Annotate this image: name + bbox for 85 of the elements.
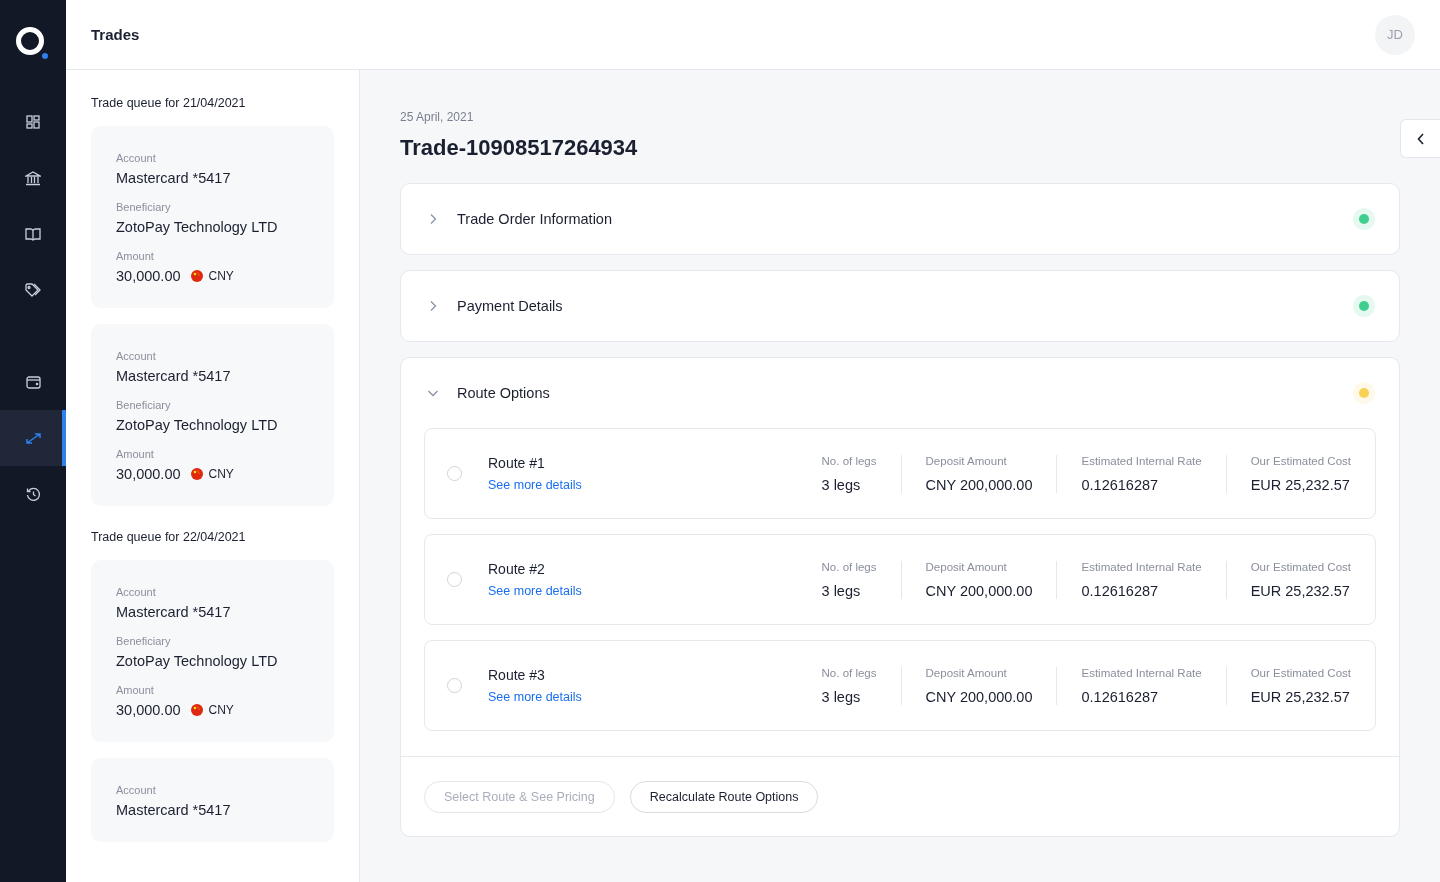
currency-code: CNY [208,269,234,283]
metric-label: Deposit Amount [925,560,1008,573]
route-name: Route #1 [488,455,546,471]
field-label: Amount [116,448,155,460]
queue-heading: Trade queue for 22/04/2021 [91,530,247,544]
section-header[interactable]: Trade Order Information [401,184,1399,254]
metric-value: 3 legs [821,476,862,493]
metric-label: Deposit Amount [925,454,1008,467]
field-label: Account [116,350,157,362]
metric-value: CNY 200,000.00 [925,582,1033,599]
metric-value: 3 legs [821,582,862,599]
metric-label: Our Estimated Cost [1250,666,1351,679]
route-name: Route #3 [488,667,546,683]
metric-value: CNY 200,000.00 [925,476,1033,493]
section-title: Route Options [457,385,551,401]
section-header[interactable]: Route Options [401,358,1399,428]
section-title: Trade Order Information [457,211,613,227]
section-title: Payment Details [457,298,564,314]
nav-item[interactable] [0,410,66,466]
field-label: Amount [116,684,155,696]
metric-label: Estimated Internal Rate [1081,666,1202,679]
metric-value: 0.12616287 [1081,582,1160,599]
tag-icon [24,282,42,298]
field-value: 30,000.00 [116,268,181,284]
field-label: Account [116,152,157,164]
flag-icon [190,270,203,282]
field-value: Mastercard *5417 [116,368,231,384]
trade-card[interactable]: Account Mastercard *5417 [91,758,334,842]
route-card[interactable]: Route #2 See more details No. of legs 3 legs Deposit Amount CNY 200,000.00 Estimated Internal Rate 0.12616287 Our Estimated Cost EUR 25,232.57 [424,534,1376,625]
trade-card[interactable]: Account Mastercard *5417 Beneficiary ZotoPay Technology LTD Amount 30,000.00 CNY [91,126,334,308]
field-label: Beneficiary [116,399,172,411]
trade-title: Trade-10908517264934 [400,135,639,161]
metric-label: No. of legs [821,560,877,573]
metric-value: 0.12616287 [1081,476,1160,493]
currency-code: CNY [208,467,234,481]
metric-label: Estimated Internal Rate [1081,560,1202,573]
grid-icon [26,115,40,129]
metric-label: No. of legs [821,666,877,679]
chevron-left-icon [1416,132,1425,145]
expand-arrows-icon [24,431,42,445]
route-card[interactable]: Route #1 See more details No. of legs 3 legs Deposit Amount CNY 200,000.00 Estimated Internal Rate 0.12616287 Our Estimated Cost EUR 25,232.57 [424,428,1376,519]
field-label: Beneficiary [116,635,172,647]
action-button[interactable]: Recalculate Route Options [629,781,819,813]
metric-value: EUR 25,232.57 [1250,688,1351,705]
trade-date: 25 April, 2021 [400,110,475,124]
metric-value: EUR 25,232.57 [1250,476,1351,493]
metric-value: EUR 25,232.57 [1250,582,1351,599]
currency-code: CNY [208,703,234,717]
book-icon [25,227,41,241]
bank-icon [25,170,41,186]
field-label: Beneficiary [116,201,172,213]
page-title: Trades [91,26,140,43]
metric-value: 3 legs [821,688,862,705]
route-card[interactable]: Route #3 See more details No. of legs 3 legs Deposit Amount CNY 200,000.00 Estimated Internal Rate 0.12616287 Our Estimated Cost EUR 25,232.57 [424,640,1376,731]
field-value: Mastercard *5417 [116,604,231,620]
details-link[interactable]: See more details [488,584,822,598]
field-label: Account [116,784,157,796]
details-link[interactable]: See more details [488,690,822,704]
metric-value: 0.12616287 [1081,688,1160,705]
field-value: 30,000.00 [116,702,181,718]
route-name: Route #2 [488,561,546,577]
details-link[interactable]: See more details [488,478,822,492]
metric-label: No. of legs [821,454,877,467]
field-value: Mastercard *5417 [116,170,231,186]
field-value: 30,000.00 [116,466,181,482]
field-label: Account [116,586,157,598]
field-value: Mastercard *5417 [116,802,231,818]
field-value: ZotoPay Technology LTD [116,417,278,433]
history-icon [25,486,41,502]
metric-label: Estimated Internal Rate [1081,454,1202,467]
section-header[interactable]: Payment Details [401,271,1399,341]
field-label: Amount [116,250,155,262]
metric-label: Our Estimated Cost [1250,454,1351,467]
metric-value: CNY 200,000.00 [925,688,1033,705]
wallet-icon [25,375,41,389]
metric-label: Our Estimated Cost [1250,560,1351,573]
logo-icon [15,26,49,60]
flag-icon [190,704,203,716]
queue-heading: Trade queue for 21/04/2021 [91,96,247,110]
trade-card[interactable]: Account Mastercard *5417 Beneficiary ZotoPay Technology LTD Amount 30,000.00 CNY [91,324,334,506]
flag-icon [190,468,203,480]
trade-card[interactable]: Account Mastercard *5417 Beneficiary ZotoPay Technology LTD Amount 30,000.00 CNY [91,560,334,742]
field-value: ZotoPay Technology LTD [116,653,278,669]
field-value: ZotoPay Technology LTD [116,219,278,235]
metric-label: Deposit Amount [925,666,1008,679]
